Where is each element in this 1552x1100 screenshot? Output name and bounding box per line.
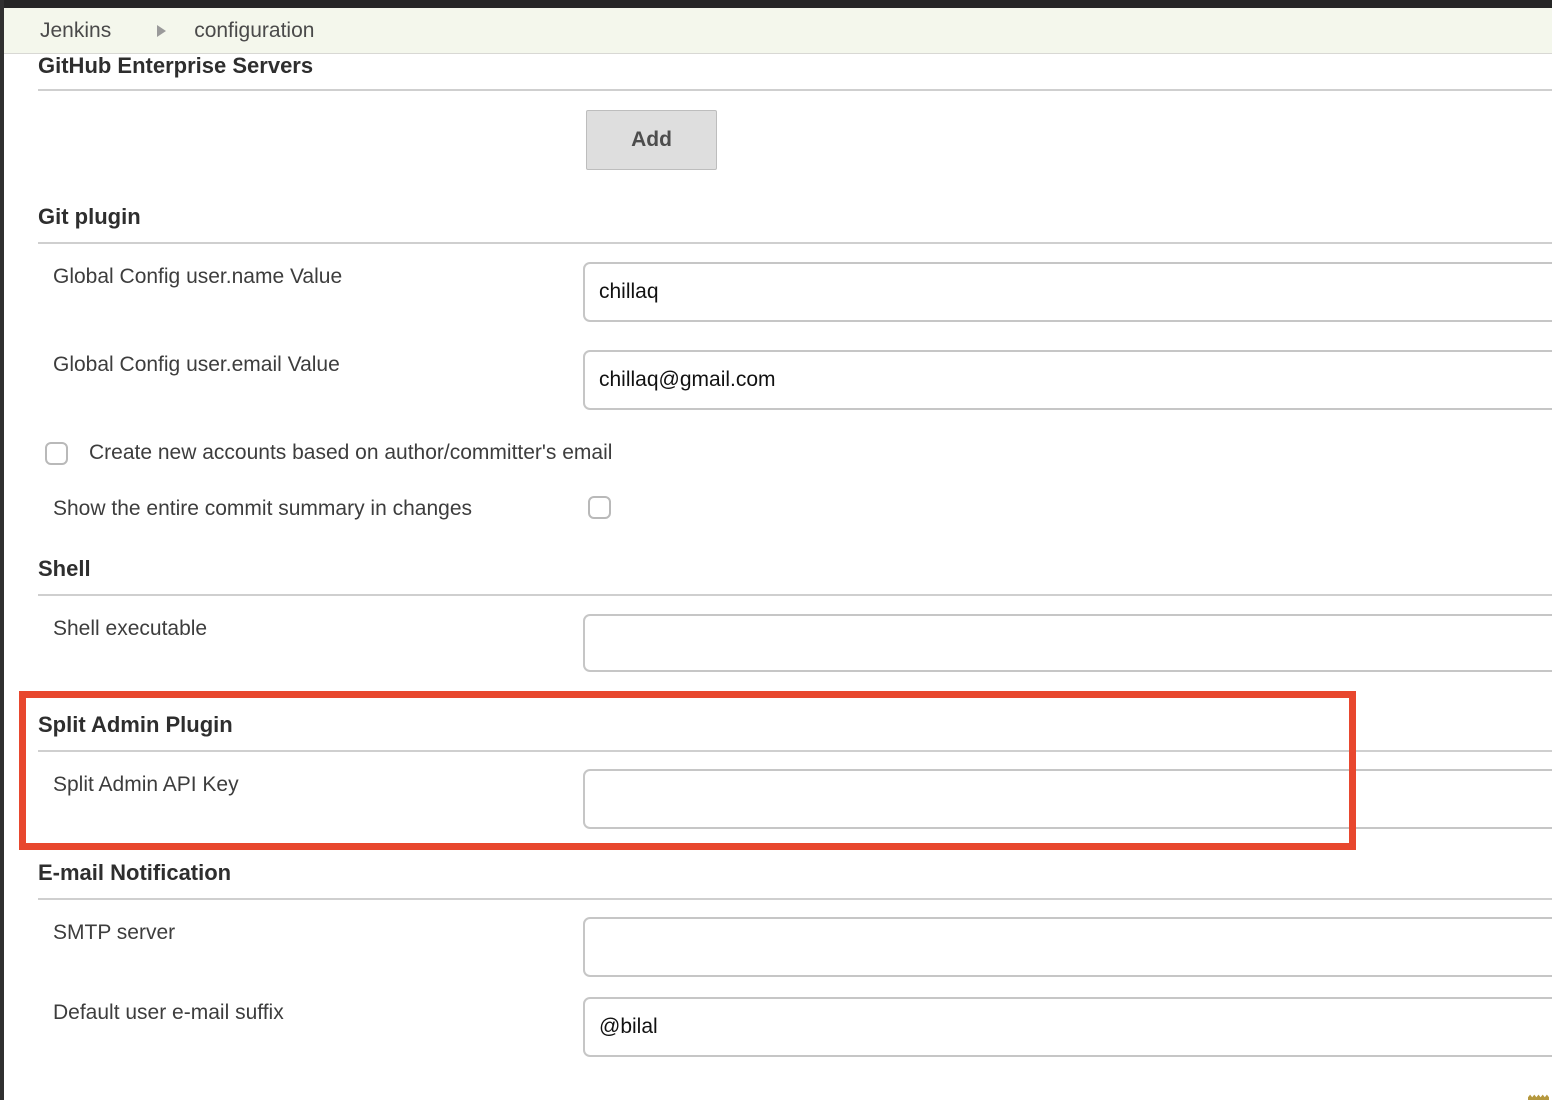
global-config-username-input[interactable] (583, 262, 1552, 322)
breadcrumb-jenkins[interactable]: Jenkins (40, 19, 111, 43)
breadcrumb-configuration[interactable]: configuration (194, 19, 314, 43)
window-left-edge (0, 0, 4, 1100)
label-global-config-useremail: Global Config user.email Value (53, 353, 340, 377)
shell-executable-input[interactable] (583, 614, 1552, 672)
show-commit-summary-checkbox[interactable] (588, 496, 611, 519)
label-create-accounts: Create new accounts based on author/comm… (89, 441, 612, 465)
cutoff-gold-icon (1528, 1094, 1549, 1100)
label-shell-executable: Shell executable (53, 617, 207, 641)
smtp-server-input[interactable] (583, 917, 1552, 977)
split-admin-api-key-input[interactable] (583, 769, 1552, 829)
window-top-edge (0, 0, 1552, 8)
global-config-useremail-input[interactable] (583, 350, 1552, 410)
section-title-email-notification: E-mail Notification (38, 860, 231, 886)
label-split-admin-api-key: Split Admin API Key (53, 773, 239, 797)
label-default-email-suffix: Default user e-mail suffix (53, 1001, 284, 1025)
label-show-commit-summary: Show the entire commit summary in change… (53, 497, 472, 521)
label-smtp-server: SMTP server (53, 921, 175, 945)
add-github-server-button[interactable]: Add (586, 110, 717, 170)
label-global-config-username: Global Config user.name Value (53, 265, 342, 289)
section-divider (38, 242, 1552, 244)
default-email-suffix-input[interactable] (583, 997, 1552, 1057)
section-title-git-plugin: Git plugin (38, 204, 141, 230)
section-divider (38, 750, 1552, 752)
section-title-github-enterprise-servers: GitHub Enterprise Servers (38, 53, 313, 79)
create-accounts-checkbox[interactable] (45, 442, 68, 465)
section-title-shell: Shell (38, 556, 91, 582)
section-divider (38, 89, 1552, 91)
section-divider (38, 898, 1552, 900)
section-divider (38, 594, 1552, 596)
jenkins-configuration-page: Jenkins configuration GitHub Enterprise … (0, 0, 1552, 1100)
section-title-split-admin-plugin: Split Admin Plugin (38, 712, 233, 738)
chevron-right-icon (157, 25, 166, 37)
breadcrumb: Jenkins configuration (0, 8, 1552, 54)
